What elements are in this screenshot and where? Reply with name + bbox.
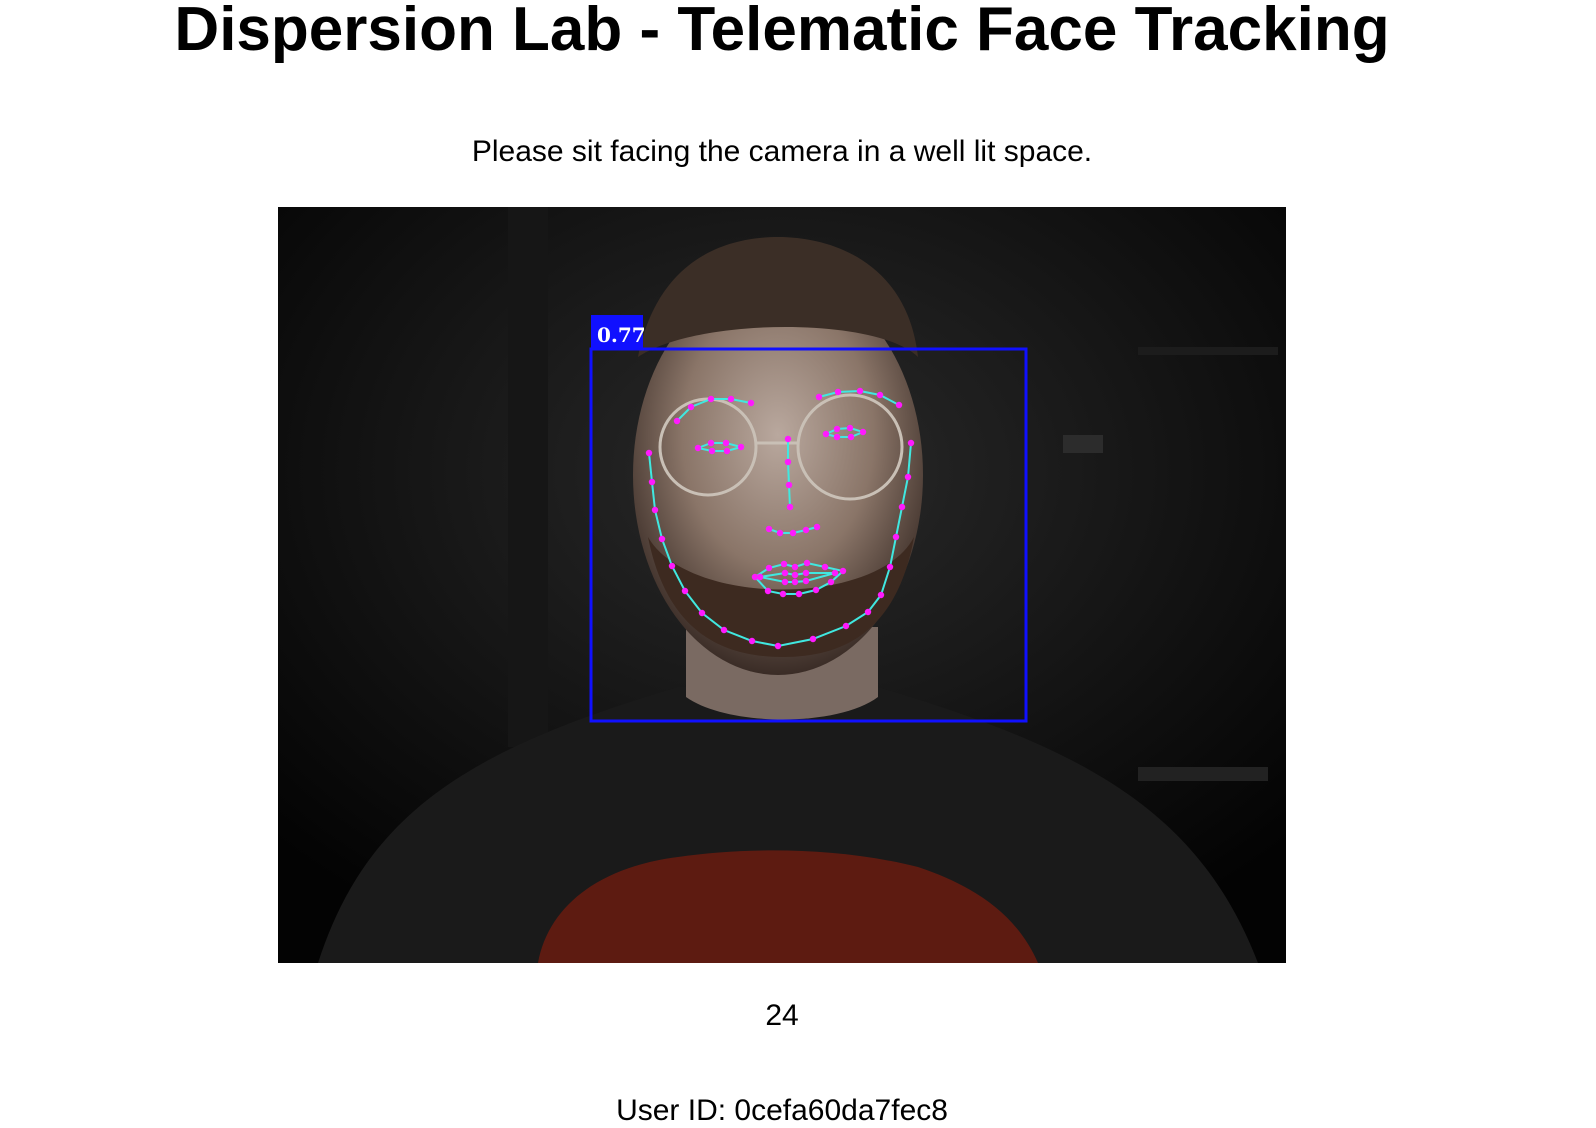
landmark-point	[648, 478, 656, 486]
landmark-point	[723, 447, 731, 455]
landmark-point	[765, 564, 773, 572]
landmark-point	[785, 481, 793, 489]
landmark-point	[856, 387, 864, 395]
landmark-point	[895, 401, 903, 409]
landmark-point	[789, 529, 797, 537]
background-stand	[508, 207, 548, 747]
landmark-point	[779, 590, 787, 598]
landmark-point	[795, 590, 803, 598]
background-fixture	[1063, 435, 1103, 453]
landmark-point	[834, 388, 842, 396]
landmark-point	[821, 563, 829, 571]
landmark-point	[786, 503, 794, 511]
landmark-point	[791, 571, 799, 579]
landmark-point	[791, 578, 799, 586]
landmark-point	[831, 569, 839, 577]
landmark-point	[765, 525, 773, 533]
landmark-point	[737, 443, 745, 451]
landmark-point	[784, 435, 792, 443]
landmark-point	[720, 626, 728, 634]
landmark-point	[687, 403, 695, 411]
landmark-point	[658, 535, 666, 543]
landmark-point	[781, 578, 789, 586]
user-id-line: User ID: 0cefa60da7fec8	[0, 1094, 1564, 1128]
landmark-point	[802, 526, 810, 534]
landmark-point	[784, 458, 792, 466]
landmark-point	[859, 428, 867, 436]
landmark-point	[809, 635, 817, 643]
landmark-point	[846, 424, 854, 432]
landmark-point	[780, 560, 788, 568]
landmark-point	[756, 573, 764, 581]
confidence-label: 0.77	[597, 323, 646, 347]
landmark-point	[802, 577, 810, 585]
landmark-point	[827, 578, 835, 586]
landmark-point	[673, 417, 681, 425]
landmark-point	[681, 587, 689, 595]
landmark-point	[833, 425, 841, 433]
landmark-point	[707, 439, 715, 447]
frame-counter: 24	[765, 999, 799, 1032]
landmark-point	[833, 433, 841, 441]
landmark-point	[748, 637, 756, 645]
landmark-point	[694, 444, 702, 452]
landmark-point	[803, 559, 811, 567]
landmark-point	[886, 563, 894, 571]
landmark-point	[747, 399, 755, 407]
landmark-point	[876, 391, 884, 399]
landmark-point	[842, 622, 850, 630]
landmark-point	[822, 430, 830, 438]
webcam-video-canvas: 0.77	[278, 207, 1286, 963]
webcam-overlay-svg: 0.77	[278, 207, 1286, 963]
landmark-point	[776, 529, 784, 537]
landmark-point	[904, 473, 912, 481]
page-title: Dispersion Lab - Telematic Face Tracking	[174, 0, 1390, 64]
landmark-point	[812, 586, 820, 594]
landmark-point	[877, 591, 885, 599]
background-shelf	[1138, 347, 1278, 355]
landmark-point	[847, 433, 855, 441]
instructions-text: Please sit facing the camera in a well l…	[471, 135, 1093, 168]
landmark-point	[727, 395, 735, 403]
landmark-point	[645, 449, 653, 457]
landmark-point	[815, 393, 823, 401]
landmark-point	[651, 506, 659, 514]
landmark-point	[898, 503, 906, 511]
landmark-point	[708, 447, 716, 455]
landmark-point	[781, 569, 789, 577]
landmark-point	[864, 608, 872, 616]
landmark-point	[892, 533, 900, 541]
background-bracket	[1138, 767, 1268, 781]
landmark-point	[774, 642, 782, 650]
landmark-point	[839, 567, 847, 575]
landmark-point	[764, 587, 772, 595]
landmark-point	[707, 395, 715, 403]
landmark-point	[698, 609, 706, 617]
landmark-point	[791, 563, 799, 571]
user-id-label: User ID:	[616, 1094, 727, 1127]
landmark-point	[907, 439, 915, 447]
landmark-point	[668, 562, 676, 570]
landmark-point	[722, 439, 730, 447]
user-id-value: 0cefa60da7fec8	[734, 1094, 948, 1127]
landmark-point	[813, 523, 821, 531]
landmark-point	[802, 569, 810, 577]
